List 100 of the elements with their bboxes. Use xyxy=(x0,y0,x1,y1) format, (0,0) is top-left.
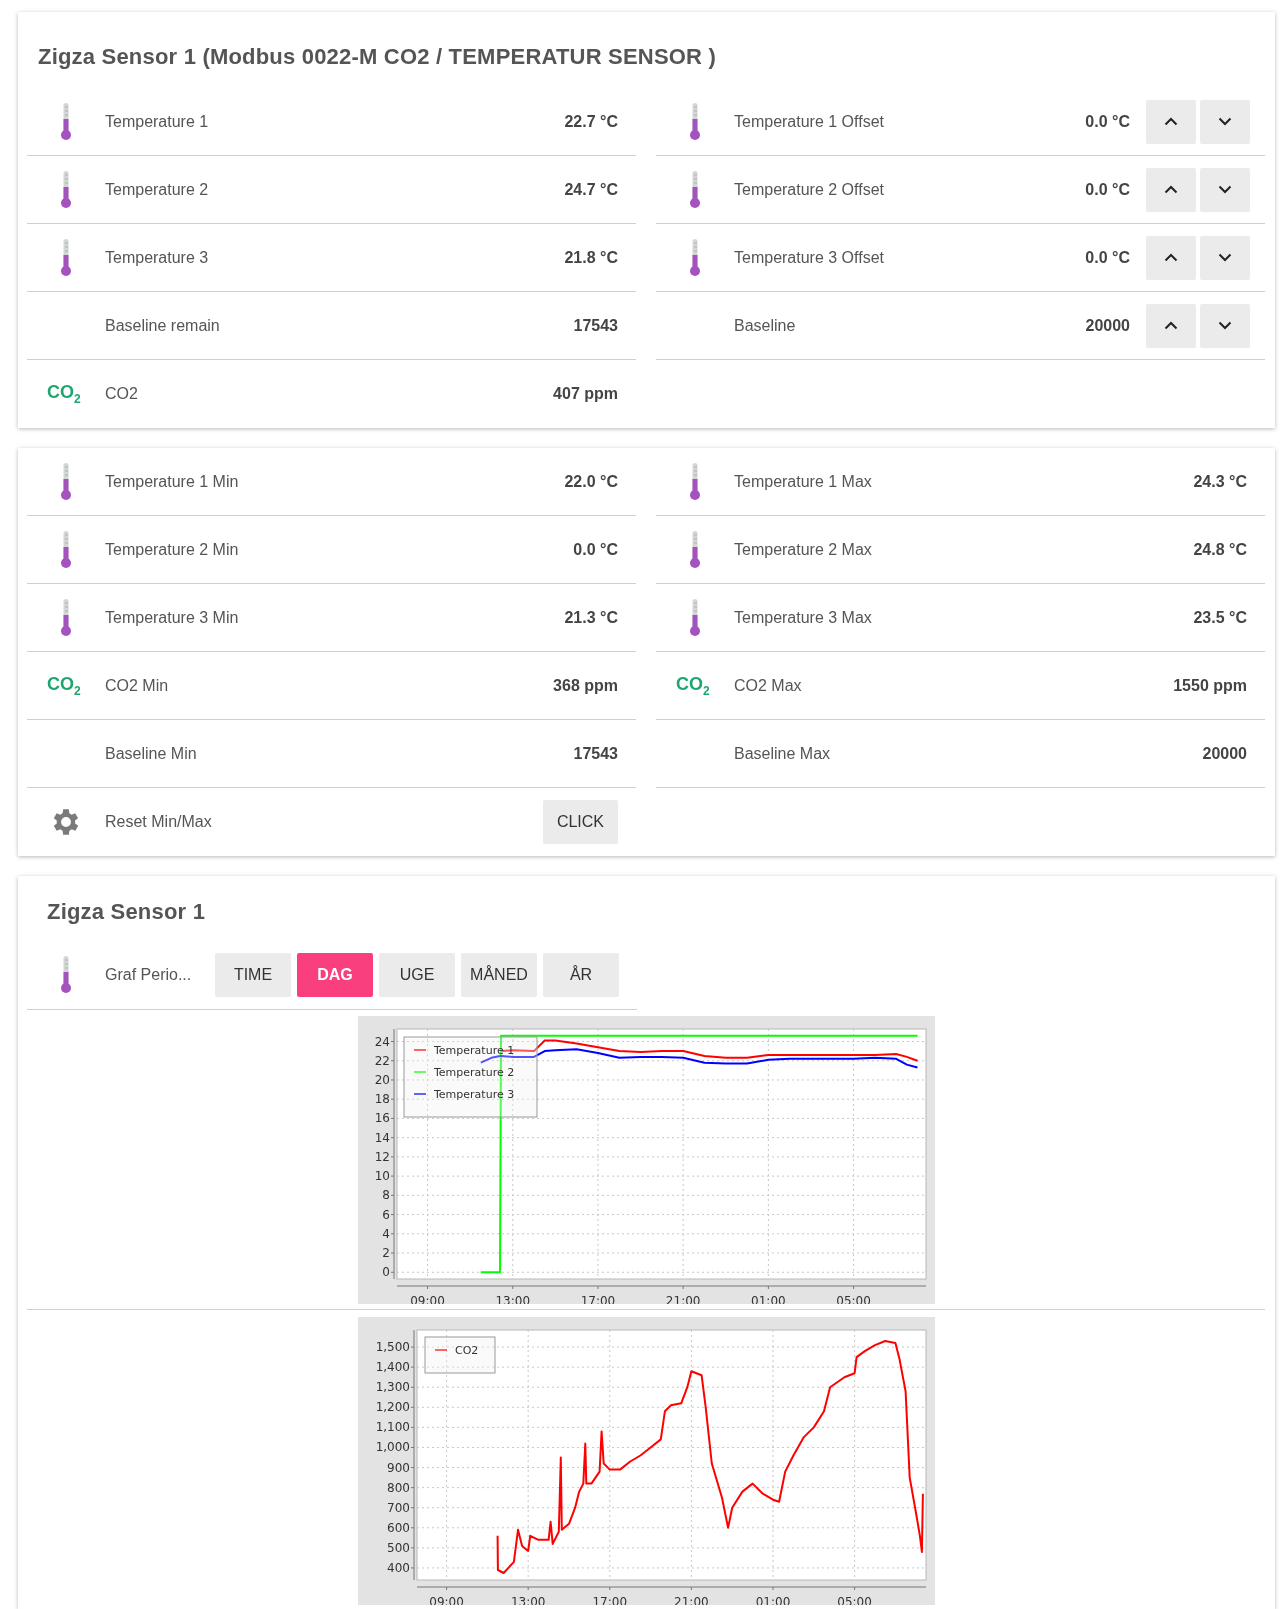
tick-label: 800 xyxy=(386,1480,410,1495)
increase-button[interactable] xyxy=(1146,303,1196,348)
chevron-down-icon xyxy=(1218,117,1232,126)
thermometer-icon xyxy=(689,102,701,141)
tick-label: 1,000 xyxy=(375,1440,410,1455)
decrease-button[interactable] xyxy=(1200,167,1250,212)
row-value: 1550 ppm xyxy=(1173,676,1247,695)
tick-label: 6 xyxy=(381,1207,390,1222)
thermometer-icon xyxy=(60,462,72,501)
row-label: CO2 xyxy=(105,384,139,403)
panel-title: Zigza Sensor 1 (Modbus 0022-M CO2 / TEMPERATUR SENSOR ) xyxy=(37,43,717,71)
thermometer-icon xyxy=(60,102,72,141)
chevron-down-icon xyxy=(1218,253,1232,262)
tick-label: 1,300 xyxy=(375,1380,410,1395)
period-tab[interactable]: TIME xyxy=(215,952,291,997)
increase-button[interactable] xyxy=(1146,99,1196,144)
chevron-down-icon xyxy=(1218,185,1232,194)
row-value: 23.5 °C xyxy=(1193,608,1247,627)
increase-button[interactable] xyxy=(1146,167,1196,212)
thermometer-icon xyxy=(689,598,701,637)
row-value: 22.7 °C xyxy=(564,112,618,131)
tick-label: 4 xyxy=(381,1226,390,1241)
legend-box xyxy=(424,1336,495,1374)
click-button[interactable]: CLICK xyxy=(542,799,618,844)
row-value: 24.3 °C xyxy=(1193,472,1247,491)
row-label: Temperature 3 Offset xyxy=(734,248,885,267)
row-label: Temperature 3 Max xyxy=(734,608,873,627)
row-label: Temperature 2 Max xyxy=(734,540,873,559)
tick-label: 14 xyxy=(374,1130,390,1145)
row-label: Temperature 1 Offset xyxy=(734,112,885,131)
row-label: Reset Min/Max xyxy=(105,812,213,831)
thermometer-icon xyxy=(689,530,701,569)
row-value: 0.0 °C xyxy=(573,540,618,559)
period-tab[interactable]: ÅR xyxy=(543,952,619,997)
row-value: 0.0 °C xyxy=(1085,180,1130,199)
chevron-up-icon xyxy=(1164,117,1178,126)
row-label: Baseline Min xyxy=(105,744,198,763)
tick-label: 10 xyxy=(374,1169,390,1184)
chevron-up-icon xyxy=(1164,321,1178,330)
tick-label: 0 xyxy=(381,1265,390,1280)
row-value: 0.0 °C xyxy=(1085,112,1130,131)
chevron-up-icon xyxy=(1164,253,1178,262)
row-value: 24.7 °C xyxy=(564,180,618,199)
row-label: Temperature 1 Min xyxy=(105,472,240,491)
increase-button[interactable] xyxy=(1146,235,1196,280)
row-value: 17543 xyxy=(573,316,618,335)
row-label: Temperature 3 Min xyxy=(105,608,240,627)
row-label: Temperature 3 xyxy=(105,248,210,267)
row-label: Temperature 2 Min xyxy=(105,540,240,559)
thermometer-icon xyxy=(60,170,72,209)
tick-label: 1,500 xyxy=(375,1340,410,1355)
co2-icon: CO$_{2}$ xyxy=(676,673,710,698)
tick-label: 1,400 xyxy=(375,1360,410,1375)
tick-label: 1,200 xyxy=(375,1400,410,1415)
thermometer-icon xyxy=(689,170,701,209)
chevron-down-icon xyxy=(1218,321,1232,330)
row-value: 20000 xyxy=(1202,744,1247,763)
row-value: 21.3 °C xyxy=(564,608,618,627)
tick-label: 18 xyxy=(374,1092,390,1107)
panel-title: Zigza Sensor 1 xyxy=(46,898,207,926)
co2-icon: CO$_{2}$ xyxy=(47,673,81,698)
thermometer-icon xyxy=(60,598,72,637)
period-tab[interactable]: MÅNED xyxy=(461,952,537,997)
tick-label: 1,100 xyxy=(375,1420,410,1435)
legend-label: CO2 xyxy=(454,1344,478,1357)
tick-label: 600 xyxy=(386,1520,410,1535)
tick-label: 400 xyxy=(386,1560,410,1575)
row-value: 368 ppm xyxy=(553,676,618,695)
row-value: 17543 xyxy=(573,744,618,763)
row-label: Temperature 2 Offset xyxy=(734,180,885,199)
tick-label: 22 xyxy=(374,1053,390,1068)
decrease-button[interactable] xyxy=(1200,235,1250,280)
co2-icon: CO$_{2}$ xyxy=(47,381,81,406)
row-value: 20000 xyxy=(1085,316,1130,335)
tick-label: 20 xyxy=(374,1072,390,1087)
tick-label: 500 xyxy=(386,1540,410,1555)
thermometer-icon xyxy=(60,530,72,569)
row-label: Temperature 1 Max xyxy=(734,472,873,491)
row-value: 21.8 °C xyxy=(564,248,618,267)
row-label: Baseline xyxy=(734,316,797,335)
period-tab[interactable]: UGE xyxy=(379,952,455,997)
period-label: Graf Perio... xyxy=(105,965,193,984)
row-value: 24.8 °C xyxy=(1193,540,1247,559)
row-value: 0.0 °C xyxy=(1085,248,1130,267)
tick-label: 16 xyxy=(374,1111,390,1126)
row-label: CO2 Max xyxy=(734,676,803,695)
thermometer-icon xyxy=(689,462,701,501)
decrease-button[interactable] xyxy=(1200,303,1250,348)
tick-label: 8 xyxy=(381,1188,390,1203)
row-label: Baseline Max xyxy=(734,744,832,763)
row-value: 22.0 °C xyxy=(564,472,618,491)
tick-label: 12 xyxy=(374,1149,390,1164)
row-label: Baseline remain xyxy=(105,316,221,335)
thermometer-icon xyxy=(60,955,72,994)
tick-label: 2 xyxy=(381,1246,390,1261)
thermometer-icon xyxy=(60,238,72,277)
decrease-button[interactable] xyxy=(1200,99,1250,144)
row-label: CO2 Min xyxy=(105,676,170,695)
tick-label: 24 xyxy=(374,1034,390,1049)
thermometer-icon xyxy=(689,238,701,277)
